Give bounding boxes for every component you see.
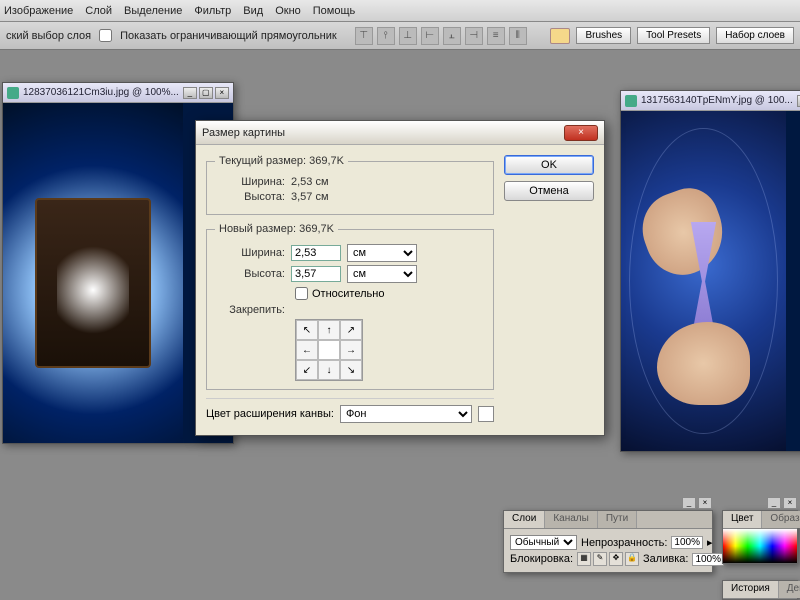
anchor-sw[interactable]: ↙ [296, 360, 318, 380]
menu-window[interactable]: Окно [275, 5, 301, 17]
cancel-button[interactable]: Отмена [504, 181, 594, 201]
lock-position-icon[interactable]: ✥ [609, 552, 623, 566]
align-icon[interactable]: ⊥ [399, 27, 417, 45]
lock-all-icon[interactable]: 🔒 [625, 552, 639, 566]
document-window-right: 1317563140TpENmY.jpg @ 100... _ ▢ × [620, 90, 800, 452]
menubar: Изображение Слой Выделение Фильтр Вид Ок… [0, 0, 800, 22]
anchor-label: Закрепить: [215, 304, 285, 316]
ok-button[interactable]: OK [504, 155, 594, 175]
history-panel: История Дейст [722, 580, 798, 600]
document-titlebar[interactable]: 12837036121Cm3iu.jpg @ 100%... _ ▢ × [3, 83, 233, 103]
options-toolbar: ский выбор слоя Показать ограничивающий … [0, 22, 800, 50]
height-label: Высота: [215, 191, 285, 203]
dialog-titlebar[interactable]: Размер картины × [196, 121, 604, 145]
align-icon[interactable]: ⫯ [377, 27, 395, 45]
menu-help[interactable]: Помощь [313, 5, 356, 17]
new-size-group: Новый размер: 369,7K Ширина: см Высота: … [206, 223, 494, 390]
dialog-title: Размер картины [202, 127, 564, 139]
layer-sets-button[interactable]: Набор слоев [716, 27, 794, 44]
color-ramp[interactable] [723, 529, 797, 563]
tab-paths[interactable]: Пути [598, 511, 637, 528]
minimize-icon[interactable]: _ [183, 87, 197, 99]
tab-channels[interactable]: Каналы [545, 511, 598, 528]
lock-transparency-icon[interactable]: ▦ [577, 552, 591, 566]
relative-label: Относительно [312, 288, 384, 300]
relative-checkbox[interactable] [295, 287, 308, 300]
document-titlebar[interactable]: 1317563140TpENmY.jpg @ 100... _ ▢ × [621, 91, 800, 111]
anchor-s[interactable]: ↓ [318, 360, 340, 380]
tab-color[interactable]: Цвет [723, 511, 762, 528]
distribute-icon[interactable]: ⦀ [509, 27, 527, 45]
color-panel: _× Цвет Образцы [722, 510, 798, 564]
close-icon[interactable]: × [564, 125, 598, 141]
tab-swatches[interactable]: Образцы [762, 511, 800, 528]
blend-mode-select[interactable]: Обычный [510, 535, 577, 550]
auto-select-label: ский выбор слоя [6, 30, 91, 42]
width-label: Ширина: [215, 247, 285, 259]
align-icon[interactable]: ⊣ [465, 27, 483, 45]
document-icon [7, 87, 19, 99]
tool-presets-button[interactable]: Tool Presets [637, 27, 710, 44]
extension-color-swatch[interactable] [478, 406, 494, 422]
document-title: 1317563140TpENmY.jpg @ 100... [641, 95, 793, 106]
maximize-icon[interactable]: ▢ [199, 87, 213, 99]
close-icon[interactable]: × [215, 87, 229, 99]
menu-view[interactable]: Вид [243, 5, 263, 17]
anchor-ne[interactable]: ↗ [340, 320, 362, 340]
height-label: Высота: [215, 268, 285, 280]
anchor-e[interactable]: → [340, 340, 362, 360]
opacity-field[interactable]: 100% [671, 536, 703, 549]
folder-icon[interactable] [550, 28, 570, 44]
canvas-size-dialog: Размер картины × Текущий размер: 369,7K … [195, 120, 605, 436]
menu-filter[interactable]: Фильтр [194, 5, 231, 17]
show-bbox-checkbox[interactable] [99, 29, 112, 42]
distribute-icon[interactable]: ≡ [487, 27, 505, 45]
anchor-center[interactable] [318, 340, 340, 360]
menu-select[interactable]: Выделение [124, 5, 182, 17]
extension-color-label: Цвет расширения канвы: [206, 408, 334, 420]
fill-label: Заливка: [643, 553, 688, 565]
height-input[interactable] [291, 266, 341, 282]
height-unit-select[interactable]: см [347, 265, 417, 283]
tab-actions[interactable]: Дейст [779, 581, 800, 598]
document-canvas[interactable] [621, 111, 786, 451]
lock-pixels-icon[interactable]: ✎ [593, 552, 607, 566]
menu-image[interactable]: Изображение [4, 5, 73, 17]
close-icon[interactable]: × [698, 497, 712, 509]
current-height: 3,57 см [291, 191, 329, 203]
close-icon[interactable]: × [783, 497, 797, 509]
align-icon[interactable]: ⊤ [355, 27, 373, 45]
width-label: Ширина: [215, 176, 285, 188]
fill-field[interactable]: 100% [692, 553, 724, 566]
minimize-icon[interactable]: _ [682, 497, 696, 509]
align-icon[interactable]: ⊢ [421, 27, 439, 45]
tab-layers[interactable]: Слои [504, 511, 545, 528]
anchor-nw[interactable]: ↖ [296, 320, 318, 340]
lock-label: Блокировка: [510, 553, 573, 565]
anchor-n[interactable]: ↑ [318, 320, 340, 340]
show-bbox-label: Показать ограничивающий прямоугольник [120, 30, 337, 42]
tab-history[interactable]: История [723, 581, 779, 598]
menu-layer[interactable]: Слой [85, 5, 112, 17]
width-input[interactable] [291, 245, 341, 261]
current-size-group: Текущий размер: 369,7K Ширина:2,53 см Вы… [206, 155, 494, 215]
image-hands [638, 179, 770, 417]
anchor-grid[interactable]: ↖↑↗ ← → ↙↓↘ [295, 319, 363, 381]
align-icons: ⊤ ⫯ ⊥ ⊢ ⫠ ⊣ ≡ ⦀ [355, 27, 527, 45]
align-icon[interactable]: ⫠ [443, 27, 461, 45]
anchor-w[interactable]: ← [296, 340, 318, 360]
layers-panel: _× Слои Каналы Пути Обычный Непрозрачнос… [503, 510, 713, 573]
anchor-se[interactable]: ↘ [340, 360, 362, 380]
document-title: 12837036121Cm3iu.jpg @ 100%... [23, 87, 179, 98]
opacity-label: Непрозрачность: [581, 537, 667, 549]
brushes-button[interactable]: Brushes [576, 27, 631, 44]
image-glow [57, 239, 129, 341]
extension-color-select[interactable]: Фон [340, 405, 472, 423]
document-icon [625, 95, 637, 107]
width-unit-select[interactable]: см [347, 244, 417, 262]
minimize-icon[interactable]: _ [767, 497, 781, 509]
document-canvas[interactable] [3, 103, 183, 443]
current-width: 2,53 см [291, 176, 329, 188]
